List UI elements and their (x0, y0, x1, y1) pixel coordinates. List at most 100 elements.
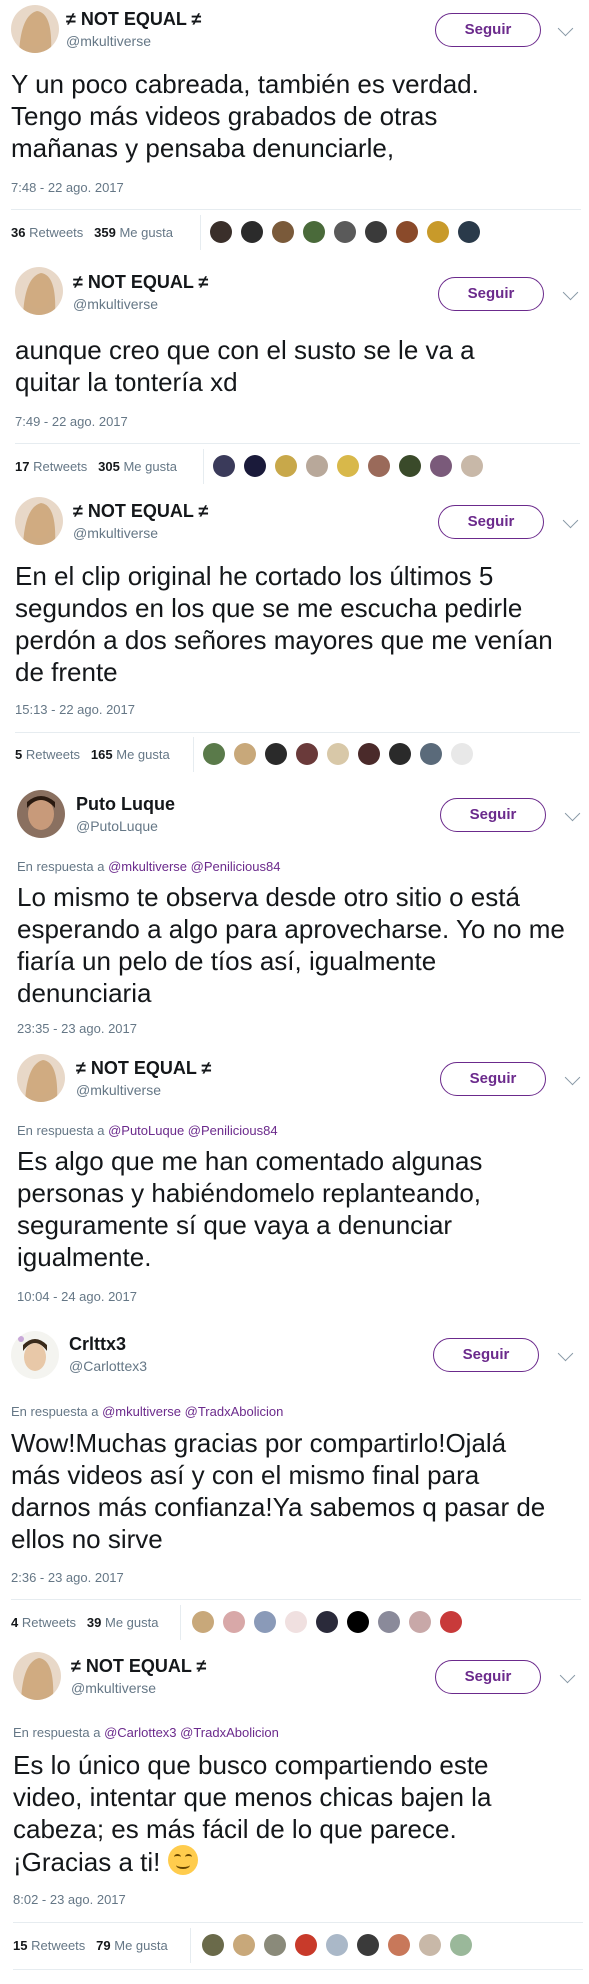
liker-avatar[interactable] (388, 1934, 410, 1956)
display-name[interactable]: Puto Luque (76, 794, 175, 815)
liker-avatar[interactable] (396, 221, 418, 243)
follow-button[interactable]: Seguir (433, 1338, 539, 1372)
display-name[interactable]: ≠ NOT EQUAL ≠ (73, 501, 208, 522)
liker-avatar[interactable] (285, 1611, 307, 1633)
liker-avatar[interactable] (458, 221, 480, 243)
user-handle[interactable]: @mkultiverse (76, 1082, 161, 1098)
liker-avatar[interactable] (347, 1611, 369, 1633)
liker-avatar[interactable] (213, 455, 235, 477)
liker-avatar[interactable] (419, 1934, 441, 1956)
chevron-down-icon[interactable] (559, 1667, 576, 1684)
engagement-stats[interactable]: 17 Retweets 305 Me gusta (15, 459, 177, 474)
liker-avatar[interactable] (234, 743, 256, 765)
engagement-stats[interactable]: 4 Retweets 39 Me gusta (11, 1615, 158, 1630)
liker-avatar[interactable] (461, 455, 483, 477)
liker-avatar[interactable] (223, 1611, 245, 1633)
liker-avatar[interactable] (327, 743, 349, 765)
likers-avatars[interactable] (203, 743, 482, 765)
liker-avatar[interactable] (389, 743, 411, 765)
liker-avatar[interactable] (275, 455, 297, 477)
display-name[interactable]: ≠ NOT EQUAL ≠ (76, 1058, 211, 1079)
liker-avatar[interactable] (272, 221, 294, 243)
display-name[interactable]: ≠ NOT EQUAL ≠ (66, 9, 201, 30)
user-handle[interactable]: @mkultiverse (73, 525, 158, 541)
follow-button[interactable]: Seguir (435, 1660, 541, 1694)
liker-avatar[interactable] (203, 743, 225, 765)
liker-avatar[interactable] (241, 221, 263, 243)
user-handle[interactable]: @Carlottex3 (69, 1358, 147, 1374)
liker-avatar[interactable] (420, 743, 442, 765)
liker-avatar[interactable] (233, 1934, 255, 1956)
reply-mentions[interactable]: @Carlottex3 @TradxAbolicion (104, 1725, 279, 1740)
avatar[interactable] (11, 5, 59, 53)
liker-avatar[interactable] (358, 743, 380, 765)
engagement-stats[interactable]: 5 Retweets 165 Me gusta (15, 747, 170, 762)
timestamp[interactable]: 10:04 - 24 ago. 2017 (17, 1289, 137, 1304)
user-handle[interactable]: @mkultiverse (73, 296, 158, 312)
timestamp[interactable]: 2:36 - 23 ago. 2017 (11, 1570, 124, 1585)
liker-avatar[interactable] (295, 1934, 317, 1956)
liker-avatar[interactable] (254, 1611, 276, 1633)
reply-mentions[interactable]: @mkultiverse @TradxAbolicion (102, 1404, 283, 1419)
liker-avatar[interactable] (368, 455, 390, 477)
likers-avatars[interactable] (213, 455, 492, 477)
display-name[interactable]: Crlttx3 (69, 1334, 126, 1355)
timestamp[interactable]: 7:49 - 22 ago. 2017 (15, 414, 128, 429)
chevron-down-icon[interactable] (562, 512, 579, 529)
timestamp[interactable]: 15:13 - 22 ago. 2017 (15, 702, 135, 717)
follow-button[interactable]: Seguir (435, 13, 541, 47)
avatar[interactable] (15, 267, 63, 315)
follow-button[interactable]: Seguir (440, 798, 546, 832)
liker-avatar[interactable] (192, 1611, 214, 1633)
avatar[interactable] (11, 1331, 59, 1379)
likers-avatars[interactable] (210, 221, 489, 243)
chevron-down-icon[interactable] (562, 284, 579, 301)
chevron-down-icon[interactable] (557, 1345, 574, 1362)
display-name[interactable]: ≠ NOT EQUAL ≠ (71, 1656, 206, 1677)
liker-avatar[interactable] (451, 743, 473, 765)
liker-avatar[interactable] (202, 1934, 224, 1956)
liker-avatar[interactable] (306, 455, 328, 477)
liker-avatar[interactable] (357, 1934, 379, 1956)
avatar[interactable] (17, 790, 65, 838)
timestamp[interactable]: 23:35 - 23 ago. 2017 (17, 1021, 137, 1036)
chevron-down-icon[interactable] (557, 20, 574, 37)
liker-avatar[interactable] (409, 1611, 431, 1633)
liker-avatar[interactable] (337, 455, 359, 477)
chevron-down-icon[interactable] (564, 805, 581, 822)
liker-avatar[interactable] (440, 1611, 462, 1633)
follow-button[interactable]: Seguir (438, 505, 544, 539)
user-handle[interactable]: @mkultiverse (71, 1680, 156, 1696)
user-handle[interactable]: @mkultiverse (66, 33, 151, 49)
reply-mentions[interactable]: @PutoLuque @Penilicious84 (108, 1123, 278, 1138)
liker-avatar[interactable] (244, 455, 266, 477)
liker-avatar[interactable] (427, 221, 449, 243)
liker-avatar[interactable] (430, 455, 452, 477)
avatar[interactable] (15, 497, 63, 545)
liker-avatar[interactable] (265, 743, 287, 765)
liker-avatar[interactable] (378, 1611, 400, 1633)
engagement-stats[interactable]: 36 Retweets 359 Me gusta (11, 225, 173, 240)
liker-avatar[interactable] (210, 221, 232, 243)
display-name[interactable]: ≠ NOT EQUAL ≠ (73, 272, 208, 293)
liker-avatar[interactable] (303, 221, 325, 243)
user-handle[interactable]: @PutoLuque (76, 818, 158, 834)
liker-avatar[interactable] (450, 1934, 472, 1956)
likers-avatars[interactable] (202, 1934, 481, 1956)
liker-avatar[interactable] (399, 455, 421, 477)
liker-avatar[interactable] (326, 1934, 348, 1956)
liker-avatar[interactable] (365, 221, 387, 243)
chevron-down-icon[interactable] (564, 1069, 581, 1086)
engagement-stats[interactable]: 15 Retweets 79 Me gusta (13, 1938, 168, 1953)
likers-avatars[interactable] (192, 1611, 471, 1633)
avatar[interactable] (17, 1054, 65, 1102)
liker-avatar[interactable] (334, 221, 356, 243)
reply-mentions[interactable]: @mkultiverse @Penilicious84 (108, 859, 280, 874)
liker-avatar[interactable] (316, 1611, 338, 1633)
timestamp[interactable]: 7:48 - 22 ago. 2017 (11, 180, 124, 195)
avatar[interactable] (13, 1652, 61, 1700)
follow-button[interactable]: Seguir (440, 1062, 546, 1096)
liker-avatar[interactable] (264, 1934, 286, 1956)
follow-button[interactable]: Seguir (438, 277, 544, 311)
liker-avatar[interactable] (296, 743, 318, 765)
